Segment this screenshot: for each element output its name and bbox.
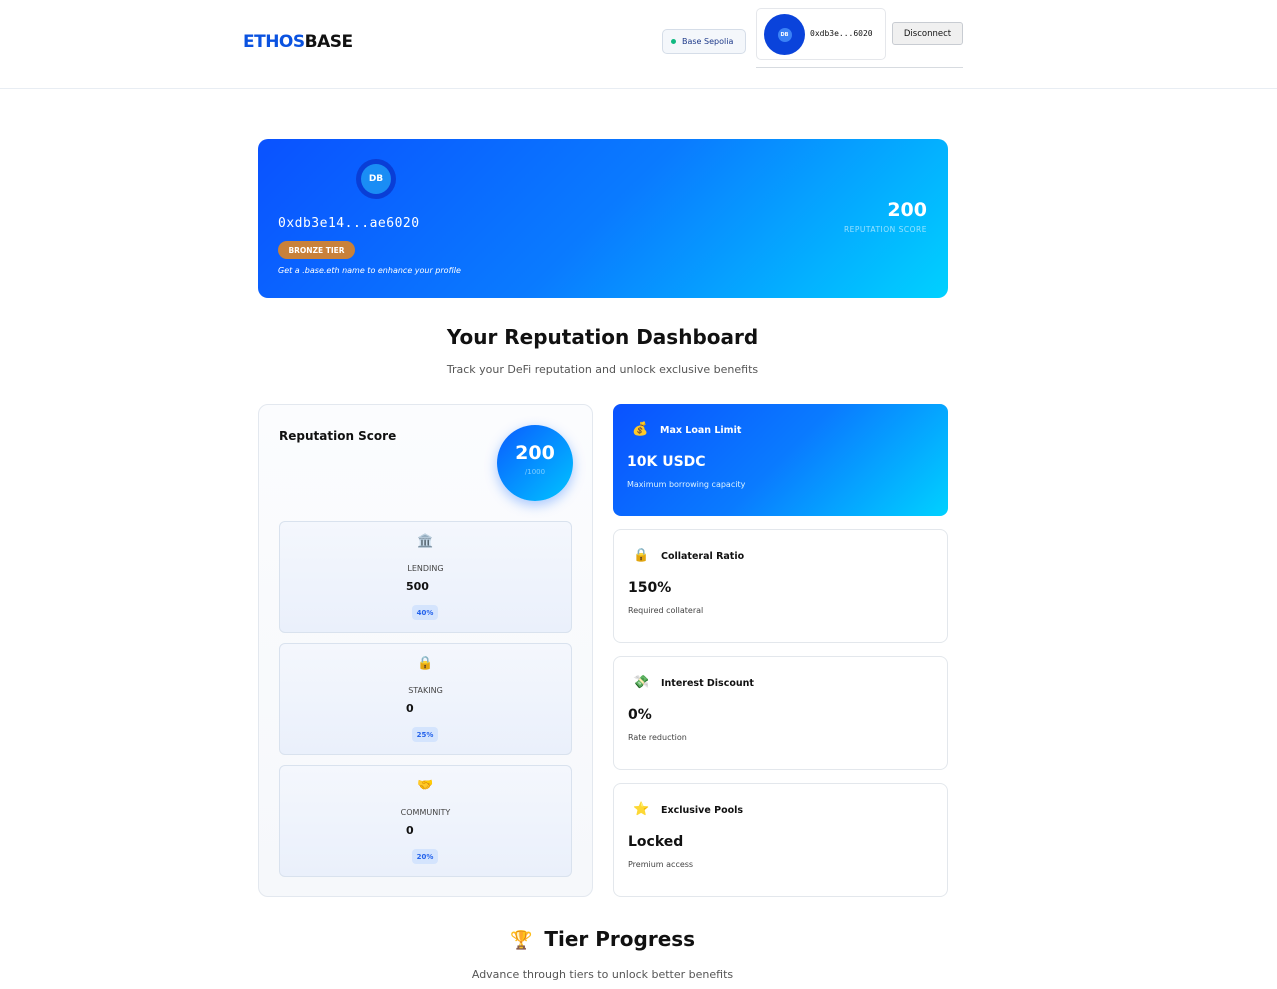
category-lending: 🏛️ LENDING 500 40% <box>279 521 572 633</box>
reputation-card-title: Reputation Score <box>279 429 397 443</box>
tier-progress-heading: 🏆 Tier Progress <box>0 927 1205 951</box>
category-staking: 🔒 STAKING 0 25% <box>279 643 572 755</box>
benefit-value: 0% <box>628 707 652 723</box>
benefit-interest-discount: 💸 Interest Discount 0% Rate reduction <box>613 656 948 770</box>
wallet-address: 0xdb3e...6020 <box>810 29 873 38</box>
benefit-desc: Premium access <box>628 860 694 869</box>
benefit-desc: Maximum borrowing capacity <box>627 480 746 489</box>
dashboard-title: Your Reputation Dashboard <box>446 325 759 349</box>
category-weight: 40% <box>412 605 438 620</box>
benefit-exclusive-pools: ⭐ Exclusive Pools Locked Premium access <box>613 783 948 897</box>
profile-banner: DB 0xdb3e14...ae6020 BRONZE TIER Get a .… <box>258 139 948 298</box>
category-value: 0 <box>406 702 414 715</box>
trophy-icon: 🏆 <box>509 930 533 951</box>
benefit-title: Interest Discount <box>661 678 754 689</box>
category-weight: 25% <box>412 727 438 742</box>
benefit-title: Collateral Ratio <box>661 551 745 562</box>
star-icon: ⭐ <box>633 802 650 817</box>
benefit-title: Max Loan Limit <box>660 425 742 436</box>
category-weight: 20% <box>412 849 438 864</box>
profile-hint: Get a .base.eth name to enhance your pro… <box>278 266 461 275</box>
logo-base: BASE <box>304 32 353 52</box>
header-divider <box>756 67 963 68</box>
benefit-value: Locked <box>628 834 684 850</box>
category-value: 500 <box>406 580 429 593</box>
lock-icon: 🔒 <box>417 656 434 671</box>
bank-icon: 🏛️ <box>417 534 434 549</box>
disconnect-button[interactable]: Disconnect <box>892 22 963 45</box>
benefit-value: 150% <box>628 580 672 596</box>
tier-badge: BRONZE TIER <box>278 241 355 259</box>
category-label: STAKING <box>408 686 443 695</box>
network-name: Base Sepolia <box>682 37 734 46</box>
wallet-button[interactable]: DB 0xdb3e...6020 <box>756 8 886 60</box>
category-label: COMMUNITY <box>400 808 451 817</box>
benefit-title: Exclusive Pools <box>661 805 744 816</box>
lock-icon: 🔒 <box>633 548 650 563</box>
score-circle: 200 /1000 <box>497 425 573 501</box>
dashboard-subtitle: Track your DeFi reputation and unlock ex… <box>446 363 759 376</box>
reputation-score-card: Reputation Score 200 /1000 🏛️ LENDING 50… <box>258 404 593 897</box>
profile-score-label: REPUTATION SCORE <box>843 225 927 234</box>
profile-avatar-initials: DB <box>361 164 391 194</box>
profile-avatar: DB <box>356 159 396 199</box>
money-wings-icon: 💸 <box>633 675 650 690</box>
tier-progress-subtitle: Advance through tiers to unlock better b… <box>471 968 734 981</box>
benefit-value: 10K USDC <box>627 454 706 470</box>
profile-address: 0xdb3e14...ae6020 <box>278 216 420 231</box>
brand-logo[interactable]: ETHOSBASE <box>243 32 353 52</box>
wallet-avatar-initials: DB <box>777 27 792 42</box>
benefit-desc: Rate reduction <box>628 733 687 742</box>
tier-progress-title: Tier Progress <box>544 927 696 951</box>
logo-ethos: ETHOS <box>243 32 305 52</box>
profile-score: 200 <box>887 199 927 221</box>
score-value: 200 <box>515 442 555 464</box>
network-badge[interactable]: Base Sepolia <box>662 29 746 54</box>
wallet-avatar: DB <box>764 14 805 55</box>
network-status-dot <box>671 39 676 44</box>
money-bag-icon: 💰 <box>632 422 649 437</box>
category-label: LENDING <box>407 564 444 573</box>
category-community: 🤝 COMMUNITY 0 20% <box>279 765 572 877</box>
benefit-collateral: 🔒 Collateral Ratio 150% Required collate… <box>613 529 948 643</box>
benefit-desc: Required collateral <box>628 606 704 615</box>
benefit-max-loan: 💰 Max Loan Limit 10K USDC Maximum borrow… <box>613 404 948 516</box>
category-value: 0 <box>406 824 414 837</box>
score-unit: /1000 <box>524 468 546 476</box>
app-header: ETHOSBASE Base Sepolia DB 0xdb3e...6020 … <box>0 0 1277 89</box>
handshake-icon: 🤝 <box>417 778 434 793</box>
